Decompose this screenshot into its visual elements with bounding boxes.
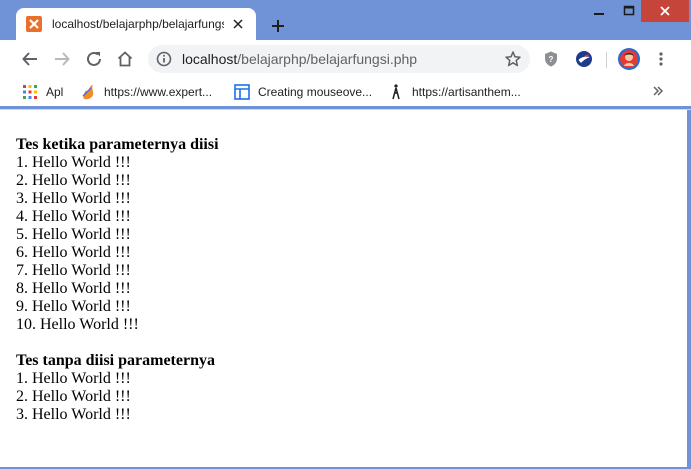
xampp-icon: [26, 16, 42, 32]
avatar: [618, 48, 640, 70]
url-path: /belajarphp/belajarfungsi.php: [237, 51, 418, 67]
close-icon: [660, 6, 670, 16]
bookmark-artisanthemes[interactable]: https://artisanthem...: [388, 82, 521, 102]
browser-window: localhost/belajarphp/belajarfungs localh…: [0, 0, 691, 469]
window-border: [687, 110, 691, 469]
chrome-menu-button[interactable]: [647, 45, 675, 73]
page-layout-icon: [234, 84, 250, 100]
url-text[interactable]: localhost/belajarphp/belajarfungsi.php: [182, 51, 417, 67]
reload-button[interactable]: [80, 45, 108, 73]
bookmarks-overflow-icon[interactable]: [652, 84, 664, 100]
address-bar[interactable]: localhost/belajarphp/belajarfungsi.php: [148, 45, 530, 73]
tab-close-icon[interactable]: [230, 16, 246, 32]
back-arrow-icon: [22, 52, 37, 66]
forward-button[interactable]: [48, 45, 76, 73]
page-content: Tes ketika parameternya diisi 1. Hello W…: [0, 110, 687, 467]
line-break: [16, 334, 219, 352]
reload-icon: [87, 51, 101, 66]
new-tab-button[interactable]: [264, 12, 292, 40]
toolbar: localhost/belajarphp/belajarfungsi.php ?: [0, 40, 691, 78]
shield-icon: ?: [545, 51, 557, 67]
list-item: 2. Hello World !!!: [16, 388, 131, 405]
profile-button[interactable]: [615, 45, 643, 73]
url-host: localhost: [182, 51, 238, 67]
home-button[interactable]: [111, 45, 139, 73]
list-item: 10. Hello World !!!: [16, 316, 139, 333]
bird-extension-icon: [576, 51, 592, 67]
svg-text:?: ?: [549, 55, 554, 64]
bookmark-apps[interactable]: Apl: [22, 82, 63, 102]
tab-title: localhost/belajarphp/belajarfungs: [52, 17, 224, 31]
list-item: 5. Hello World !!!: [16, 226, 131, 243]
section-heading-with-params: Tes ketika parameternya diisi: [16, 136, 219, 153]
list-item: 9. Hello World !!!: [16, 298, 131, 315]
list-item: 3. Hello World !!!: [16, 406, 131, 423]
list-item: 7. Hello World !!!: [16, 262, 131, 279]
close-window-button[interactable]: [641, 0, 689, 22]
bookmark-label: Creating mouseove...: [258, 85, 373, 99]
bookmark-label: Apl: [46, 85, 64, 99]
info-icon[interactable]: [156, 51, 172, 67]
list-item: 2. Hello World !!!: [16, 172, 131, 189]
bookmark-star-icon[interactable]: [504, 50, 522, 68]
section-heading-without-params: Tes tanpa diisi parameternya: [16, 352, 215, 369]
minimize-icon: [594, 13, 604, 15]
person-walking-icon: [388, 84, 404, 100]
extension-bird-button[interactable]: [570, 45, 598, 73]
minimize-button[interactable]: [584, 0, 614, 22]
list-item: 3. Hello World !!!: [16, 190, 131, 207]
list-item: 4. Hello World !!!: [16, 208, 131, 225]
list-item: 1. Hello World !!!: [16, 154, 131, 171]
bookmarks-bar: Apl https://www.expert... Creating mouse…: [0, 78, 691, 106]
forward-arrow-icon: [55, 52, 70, 66]
extension-shield-button[interactable]: ?: [537, 45, 565, 73]
maximize-button[interactable]: [614, 0, 644, 22]
list-item: 1. Hello World !!!: [16, 370, 131, 387]
flame-icon: [80, 84, 96, 100]
browser-tab[interactable]: localhost/belajarphp/belajarfungs: [16, 8, 256, 40]
bookmark-label: https://artisanthem...: [412, 85, 521, 99]
home-icon: [117, 51, 133, 67]
more-vert-icon: [659, 52, 663, 66]
maximize-icon: [623, 5, 635, 16]
page-body: Tes ketika parameternya diisi 1. Hello W…: [16, 136, 219, 424]
list-item: 8. Hello World !!!: [16, 280, 131, 297]
bookmark-creating-mouseover[interactable]: Creating mouseove...: [234, 82, 372, 102]
apps-grid-icon: [22, 84, 38, 100]
back-button[interactable]: [16, 45, 44, 73]
toolbar-separator: [606, 52, 607, 68]
bookmark-label: https://www.expert...: [104, 85, 213, 99]
bookmark-expert[interactable]: https://www.expert...: [80, 82, 212, 102]
list-item: 6. Hello World !!!: [16, 244, 131, 261]
tab-strip: localhost/belajarphp/belajarfungs: [0, 0, 691, 40]
